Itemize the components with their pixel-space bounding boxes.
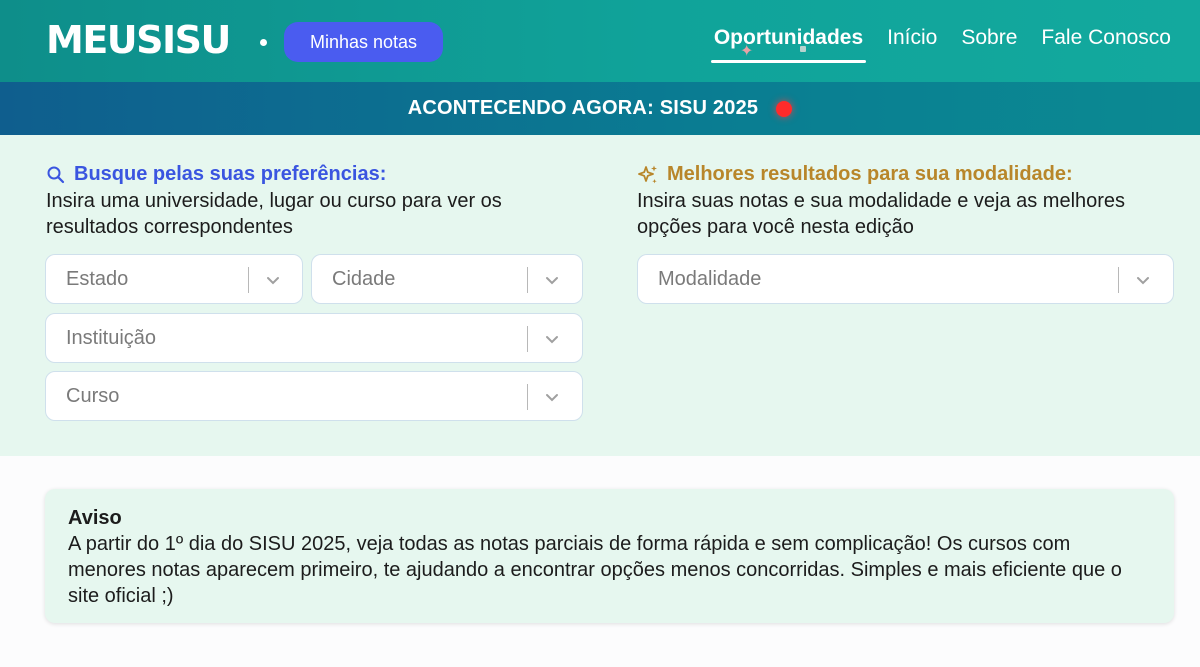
select-separator xyxy=(527,326,528,352)
curso-select[interactable]: Curso xyxy=(45,371,583,421)
live-banner: ACONTECENDO AGORA: SISU 2025 xyxy=(0,82,1200,135)
nav-inicio[interactable]: Início xyxy=(887,26,937,58)
chevron-down-icon[interactable] xyxy=(542,270,562,290)
modalidade-description: Insira suas notas e sua modalidade e vej… xyxy=(637,190,1126,238)
select-separator xyxy=(248,267,249,293)
preferences-description: Insira uma universidade, lugar ou curso … xyxy=(46,190,502,238)
search-icon xyxy=(47,166,65,183)
select-separator xyxy=(527,384,528,410)
logo-dot xyxy=(260,39,267,46)
estado-select[interactable]: Estado xyxy=(45,254,303,304)
preferences-title-text: Busque pelas suas preferências: xyxy=(74,163,387,185)
modalidade-column: Melhores resultados para sua modalidade:… xyxy=(637,163,1174,240)
nav-fale-conosco[interactable]: Fale Conosco xyxy=(1041,26,1171,58)
modalidade-title: Melhores resultados para sua modalidade: xyxy=(637,163,1174,186)
search-section: Busque pelas suas preferências: Insira u… xyxy=(0,135,1200,456)
banner-text: ACONTECENDO AGORA: SISU 2025 xyxy=(407,97,759,119)
logo[interactable]: MEUSISU xyxy=(46,18,231,62)
preferences-title: Busque pelas suas preferências: xyxy=(46,163,583,186)
minhas-notas-button[interactable]: Minhas notas xyxy=(284,22,443,62)
sparkle-decoration-dot xyxy=(800,46,806,52)
select-separator xyxy=(1118,267,1119,293)
modalidade-placeholder: Modalidade xyxy=(658,267,762,290)
main-nav: Oportunidades Início Sobre Fale Conosco xyxy=(710,26,1171,63)
nav-oportunidades[interactable]: Oportunidades xyxy=(710,26,867,63)
live-indicator-icon xyxy=(776,100,793,117)
sparkle-decoration-icon: ✦ xyxy=(740,43,754,60)
instituicao-select[interactable]: Instituição xyxy=(45,313,583,363)
preferences-column: Busque pelas suas preferências: Insira u… xyxy=(46,163,583,240)
chevron-down-icon[interactable] xyxy=(542,387,562,407)
aviso-title: Aviso xyxy=(68,507,122,529)
chevron-down-icon[interactable] xyxy=(263,270,283,290)
curso-placeholder: Curso xyxy=(66,384,120,407)
aviso-card: Aviso A partir do 1º dia do SISU 2025, v… xyxy=(45,489,1174,623)
instituicao-placeholder: Instituição xyxy=(66,326,157,349)
select-separator xyxy=(527,267,528,293)
estado-placeholder: Estado xyxy=(66,267,129,290)
nav-sobre[interactable]: Sobre xyxy=(961,26,1017,58)
sparkles-icon xyxy=(638,165,657,183)
aviso-text: A partir do 1º dia do SISU 2025, veja to… xyxy=(68,533,1122,607)
site-header: MEUSISU Minhas notas Oportunidades Iníci… xyxy=(0,0,1200,82)
modalidade-title-text: Melhores resultados para sua modalidade: xyxy=(667,163,1073,185)
cidade-select[interactable]: Cidade xyxy=(311,254,583,304)
modalidade-select[interactable]: Modalidade xyxy=(637,254,1174,304)
cidade-placeholder: Cidade xyxy=(332,267,396,290)
chevron-down-icon[interactable] xyxy=(1133,270,1153,290)
chevron-down-icon[interactable] xyxy=(542,329,562,349)
